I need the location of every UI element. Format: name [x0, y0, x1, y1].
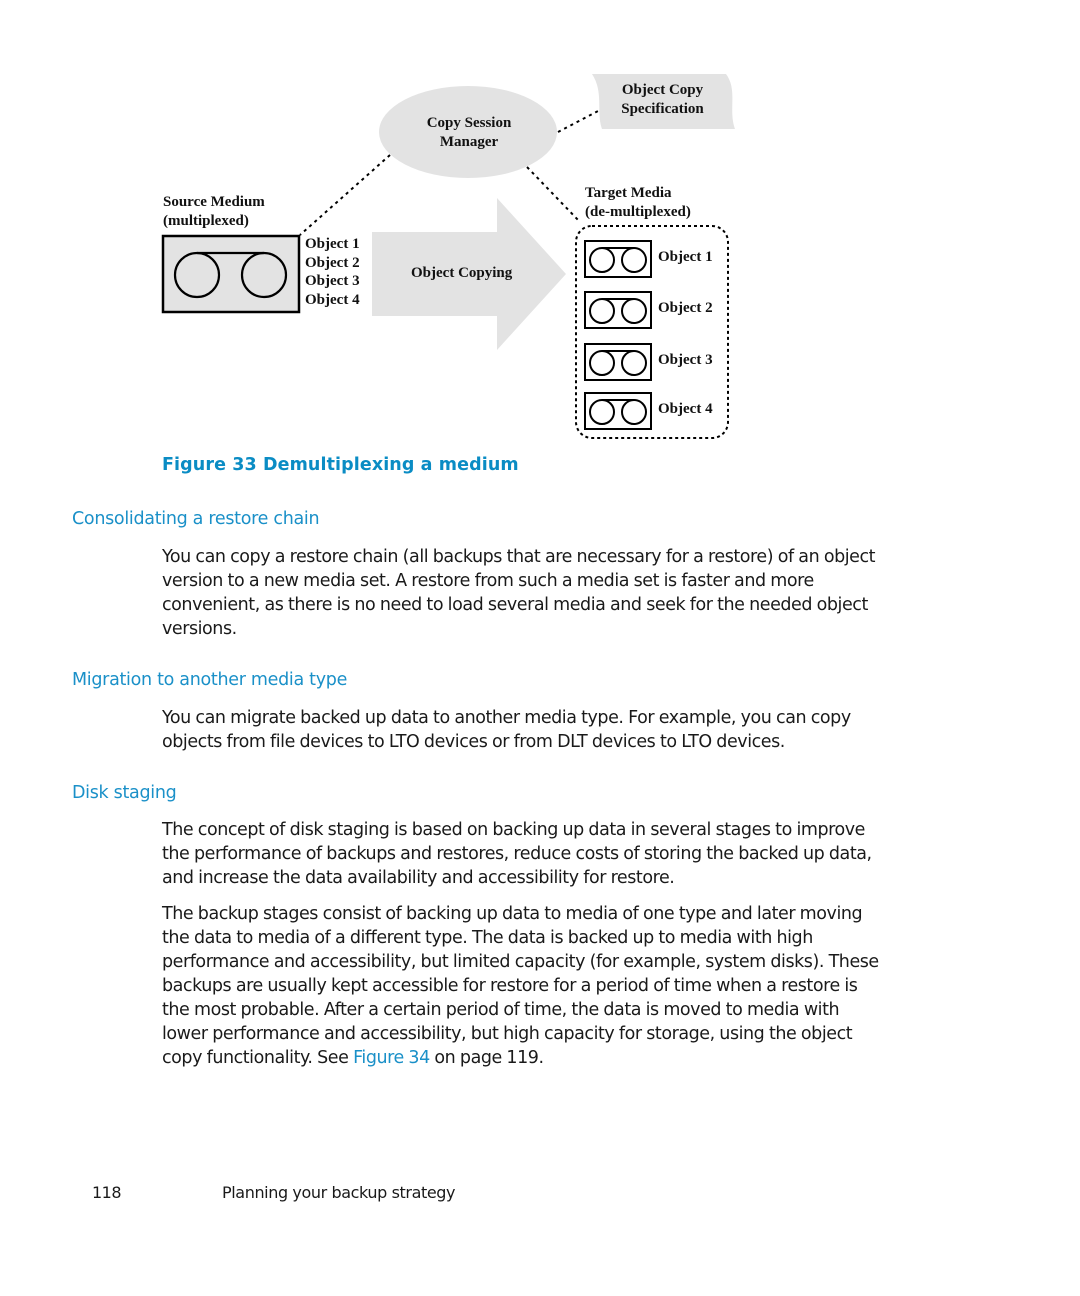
- paragraph: The backup stages consist of backing up …: [162, 902, 888, 1070]
- diagram: [161, 74, 735, 439]
- footer-chapter-title: Planning your backup strategy: [222, 1183, 456, 1202]
- label-line: Manager: [439, 133, 499, 150]
- section-heading: Migration to another media type: [72, 670, 348, 690]
- source-object: Object 3: [305, 273, 360, 289]
- section-heading: Consolidating a restore chain: [72, 509, 320, 529]
- source-medium-cassette: [161, 234, 301, 314]
- source-object: Object 1: [305, 236, 360, 252]
- connector-source: [299, 154, 391, 236]
- figure-34-link[interactable]: Figure 34: [353, 1048, 430, 1068]
- target-object-label: Object 4: [658, 401, 713, 417]
- paragraph: The concept of disk staging is based on …: [162, 820, 872, 888]
- paragraph-text: on page 119.: [429, 1048, 544, 1068]
- label-line: Source Medium: [163, 194, 265, 210]
- connector-target: [526, 166, 581, 223]
- label-line: (multiplexed): [163, 212, 249, 229]
- source-objects-list: Object 1 Object 2 Object 3 Object 4: [305, 235, 360, 309]
- page-number: 118: [92, 1183, 122, 1202]
- target-object-label: Object 1: [658, 249, 713, 265]
- paragraph: You can migrate backed up data to anothe…: [162, 708, 851, 752]
- target-cassette: [584, 343, 652, 381]
- label-line: Specification: [621, 100, 704, 117]
- source-object: Object 4: [305, 291, 360, 308]
- object-copy-specification-label: Object Copy Specification: [605, 81, 720, 118]
- source-object: Object 2: [305, 254, 360, 271]
- figure-demultiplexing: Copy Session Manager Object Copy Specifi…: [0, 0, 1080, 450]
- figure-caption: Figure 33 Demultiplexing a medium: [162, 455, 519, 475]
- target-cassette: [584, 392, 652, 430]
- target-media-label: Target Media (de-multiplexed): [585, 184, 691, 221]
- connector-spec: [557, 109, 601, 133]
- paragraph: You can copy a restore chain (all backup…: [162, 547, 876, 639]
- target-object-label: Object 3: [658, 352, 713, 368]
- source-medium-label: Source Medium (multiplexed): [163, 193, 265, 230]
- target-object-label: Object 2: [658, 300, 713, 316]
- section-heading: Disk staging: [72, 783, 177, 803]
- object-copying-label: Object Copying: [411, 265, 513, 281]
- label-line: (de-multiplexed): [585, 203, 691, 220]
- paragraph-text: The backup stages consist of backing up …: [162, 904, 879, 1068]
- copy-session-manager-label: Copy Session Manager: [410, 114, 528, 151]
- target-cassette: [584, 291, 652, 329]
- label-line: Target Media: [585, 185, 672, 201]
- label-line: Object Copy: [621, 82, 704, 98]
- label-line: Copy Session: [426, 115, 512, 131]
- target-cassette: [584, 240, 652, 278]
